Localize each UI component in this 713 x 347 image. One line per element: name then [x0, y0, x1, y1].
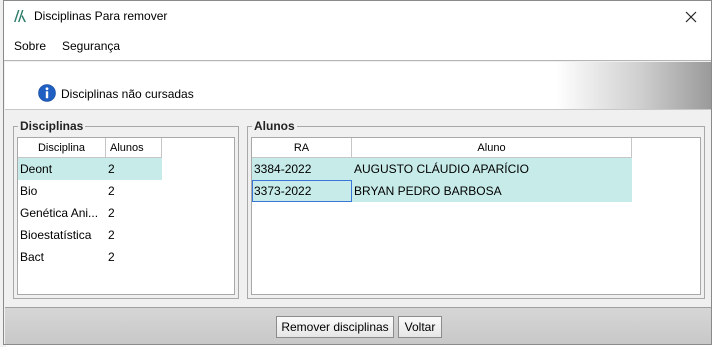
- disciplinas-group-title: Disciplinas: [18, 119, 86, 133]
- disciplina-cell[interactable]: Genética Ani...: [18, 202, 106, 224]
- window-title: Disciplinas Para remover: [34, 9, 168, 23]
- alunos-grid[interactable]: RA Aluno 3384-2022 AUGUSTO CLÁUDIO APARÍ…: [251, 137, 701, 295]
- disciplina-cell[interactable]: Bio: [18, 180, 106, 202]
- close-icon: [685, 11, 697, 22]
- alunos-count-cell[interactable]: 2: [106, 224, 162, 246]
- close-button[interactable]: [671, 1, 711, 32]
- disciplina-cell[interactable]: Bioestatística: [18, 224, 106, 246]
- menu-bar: Sobre Segurança: [4, 32, 711, 61]
- disciplinas-grid[interactable]: Disciplina Alunos Deont 2 Bio 2 Genética…: [17, 137, 235, 295]
- app-logo-icon: [14, 10, 26, 22]
- alunos-count-cell[interactable]: 2: [106, 180, 162, 202]
- dialog-window: Disciplinas Para remover Sobre Segurança…: [3, 0, 712, 345]
- disciplina-cell[interactable]: Bact: [18, 246, 106, 268]
- alunos-count-cell[interactable]: 2: [106, 246, 162, 268]
- aluno-name-cell[interactable]: BRYAN PEDRO BARBOSA: [352, 180, 632, 202]
- disciplina-cell[interactable]: Deont: [18, 158, 106, 180]
- ra-cell[interactable]: 3384-2022: [252, 158, 352, 180]
- column-header-ra[interactable]: RA: [252, 138, 352, 158]
- menu-sobre[interactable]: Sobre: [14, 39, 46, 53]
- alunos-group-title: Alunos: [252, 119, 297, 133]
- info-panel: Disciplinas não cursadas: [5, 62, 711, 110]
- disciplinas-group: Disciplinas Disciplina Alunos Deont 2 Bi…: [13, 119, 239, 299]
- info-icon: [38, 84, 56, 102]
- voltar-button[interactable]: Voltar: [398, 316, 442, 338]
- ra-cell[interactable]: 3373-2022: [252, 180, 352, 202]
- remover-disciplinas-button[interactable]: Remover disciplinas: [276, 316, 394, 338]
- column-header-disciplina[interactable]: Disciplina: [18, 138, 106, 158]
- column-header-alunos[interactable]: Alunos: [106, 138, 162, 158]
- info-message: Disciplinas não cursadas: [61, 87, 194, 101]
- title-bar: Disciplinas Para remover: [4, 1, 711, 32]
- alunos-group: Alunos RA Aluno 3384-2022 AUGUSTO CLÁUDI…: [247, 119, 705, 299]
- alunos-count-cell[interactable]: 2: [106, 158, 162, 180]
- aluno-name-cell[interactable]: AUGUSTO CLÁUDIO APARÍCIO: [352, 158, 632, 180]
- alunos-count-cell[interactable]: 2: [106, 202, 162, 224]
- menu-seguranca[interactable]: Segurança: [62, 39, 120, 53]
- column-header-aluno[interactable]: Aluno: [352, 138, 632, 158]
- button-bar: Remover disciplinas Voltar: [5, 307, 711, 344]
